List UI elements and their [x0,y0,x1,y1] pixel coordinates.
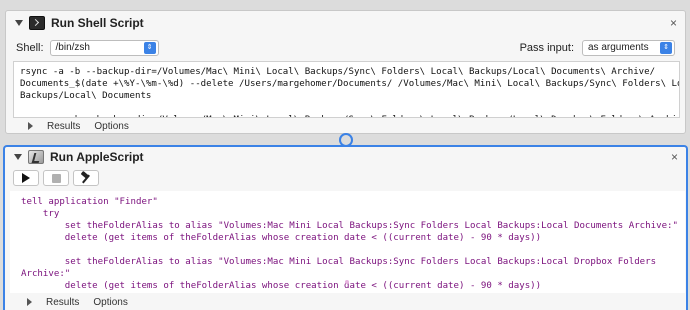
apple-options-tab[interactable]: Options [93,297,127,308]
stop-icon [51,173,61,183]
shell-titlebar: Run Shell Script × [6,11,685,35]
apple-footer: Results Options [5,294,686,310]
stop-button[interactable] [43,170,69,186]
close-icon[interactable]: × [671,151,678,163]
pass-input-label: Pass input: [519,42,574,54]
pass-input-select-value: as arguments [588,42,649,53]
apple-action-title: Run AppleScript [50,150,144,164]
compile-button[interactable] [73,170,99,186]
chevron-updown-icon: ⇕ [143,42,156,54]
chevron-updown-icon: ⇕ [660,42,672,54]
shell-label: Shell: [16,42,44,54]
shell-settings-row: Shell: /bin/zsh ⇕ Pass input: as argumen… [16,39,675,57]
shell-action-title: Run Shell Script [51,16,144,30]
apple-results-tab[interactable]: Results [46,297,79,308]
shell-footer: Results Options [6,118,685,134]
script-editor-icon [28,150,44,164]
hammer-icon [80,172,92,184]
shell-results-tab[interactable]: Results [47,121,80,132]
disclosure-triangle-icon[interactable] [27,298,32,306]
run-shell-script-action: Run Shell Script × Shell: /bin/zsh ⇕ Pas… [5,10,686,134]
apple-titlebar: Run AppleScript × [5,147,686,167]
pass-input-select[interactable]: as arguments ⇕ [582,40,675,56]
applescript-toolbar [13,170,99,186]
shell-options-tab[interactable]: Options [94,121,128,132]
shell-script-editor[interactable]: rsync -a -b --backup-dir=/Volumes/Mac\ M… [13,61,680,118]
play-icon [22,173,30,183]
terminal-icon [29,16,45,30]
close-icon[interactable]: × [670,17,677,29]
run-button[interactable] [13,170,39,186]
shell-select[interactable]: /bin/zsh ⇕ [49,40,159,56]
collapse-triangle-icon[interactable] [14,154,22,160]
collapse-triangle-icon[interactable] [15,20,23,26]
run-applescript-action: Run AppleScript × tell application "Find… [3,145,688,310]
applescript-editor[interactable]: tell application "Finder" try set theFol… [10,191,685,293]
shell-select-value: /bin/zsh [55,42,90,53]
resize-handle[interactable] [345,280,349,284]
disclosure-triangle-icon[interactable] [28,122,33,130]
